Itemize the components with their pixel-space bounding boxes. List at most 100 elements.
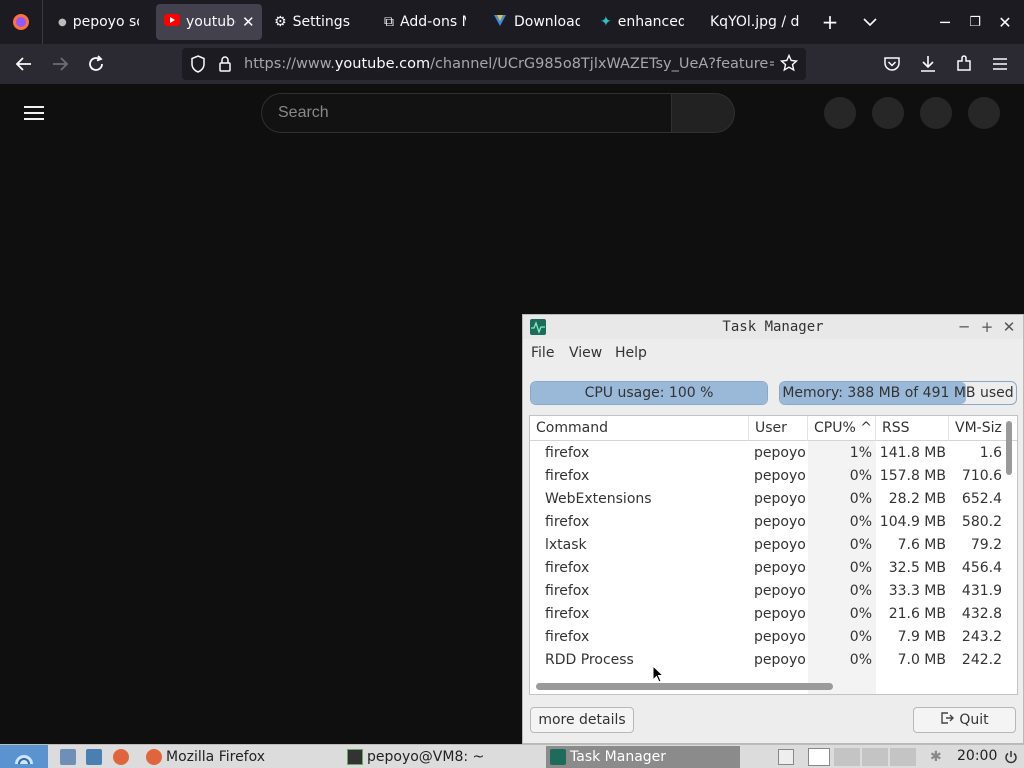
avatar[interactable]: [968, 97, 1000, 129]
cell-cpu: 0%: [849, 629, 872, 645]
cell-cpu: 0%: [849, 606, 872, 622]
notifications-icon[interactable]: [920, 97, 952, 129]
cell-vm-size: 79.2: [970, 537, 1002, 553]
pocket-icon[interactable]: [872, 44, 912, 84]
table-row[interactable]: firefox pepoyo 0% 21.6 MB 432.8: [530, 604, 1017, 627]
cell-command: firefox: [545, 445, 590, 461]
workspace-switcher[interactable]: [834, 747, 916, 767]
column-user[interactable]: User: [749, 416, 808, 441]
lock-icon[interactable]: [218, 55, 232, 77]
cpu-usage-bar: CPU usage: 100 %: [530, 381, 768, 405]
apps-icon[interactable]: [872, 97, 904, 129]
navigation-toolbar: https://www.youtube.com/channel/UCrG985o…: [0, 44, 1024, 84]
back-arrow-icon[interactable]: [4, 44, 44, 84]
file-manager-icon[interactable]: [60, 747, 80, 767]
vertical-scrollbar[interactable]: [1006, 421, 1012, 475]
close-tab-icon[interactable]: ✕: [242, 13, 255, 31]
taskbar-item-label: pepoyo@VM8: ~: [367, 749, 485, 765]
search-button[interactable]: [671, 93, 735, 133]
cell-command: firefox: [545, 560, 590, 576]
forward-arrow-icon[interactable]: [40, 44, 80, 84]
browser-tab-bar: ● pepoyo so youtube ✕ ⚙ Settings ⧉ Add-o…: [0, 0, 1024, 44]
tab-label: Add-ons M: [400, 14, 466, 30]
start-menu-button[interactable]: [0, 745, 48, 768]
table-row[interactable]: RDD Process pepoyo 0% 7.0 MB 242.2: [530, 650, 1017, 673]
table-row[interactable]: firefox pepoyo 0% 104.9 MB 580.2: [530, 512, 1017, 535]
tab-youtube[interactable]: youtube ✕: [164, 0, 256, 44]
cell-rss: 21.6 MB: [888, 606, 946, 622]
table-row[interactable]: firefox pepoyo 1% 141.8 MB 1.6: [530, 443, 1017, 466]
shield-icon[interactable]: [190, 55, 206, 77]
quit-button[interactable]: Quit: [913, 707, 1016, 733]
cell-user: pepoyo: [754, 491, 806, 507]
cell-vm-size: 243.2: [961, 629, 1002, 645]
taskbar-item-firefox[interactable]: Mozilla Firefox: [146, 747, 340, 767]
tab-label: KqYOl.jpg / d: [710, 14, 800, 30]
reload-icon[interactable]: [76, 44, 116, 84]
url-text: https://www.youtube.com/channel/UCrG985o…: [244, 56, 774, 72]
close-icon[interactable]: ✕: [1000, 317, 1018, 337]
create-icon[interactable]: [824, 97, 856, 129]
table-row[interactable]: lxtask pepoyo 0% 7.6 MB 79.2: [530, 535, 1017, 558]
mouse-cursor-icon: [652, 664, 665, 687]
bookmark-star-icon[interactable]: [779, 53, 799, 76]
cell-user: pepoyo: [754, 583, 806, 599]
downloads-icon[interactable]: [908, 44, 948, 84]
close-window-icon[interactable]: ✕: [994, 0, 1016, 44]
tab-pepoyo[interactable]: ● pepoyo so: [58, 0, 146, 44]
table-header: Command User CPU% ^ RSS VM-Siz: [530, 416, 1017, 441]
browser-launcher-icon[interactable]: [113, 747, 133, 767]
taskbar-item-label: Mozilla Firefox: [166, 749, 266, 765]
firefox-menu-icon[interactable]: [8, 0, 34, 44]
tab-downloads[interactable]: Downloads: [492, 0, 582, 44]
column-cpu[interactable]: CPU% ^: [808, 416, 876, 441]
tab-settings[interactable]: ⚙ Settings: [274, 0, 368, 44]
cpu-monitor-icon[interactable]: [808, 747, 830, 767]
hamburger-menu-icon[interactable]: [980, 44, 1020, 84]
table-row[interactable]: firefox pepoyo 0% 7.9 MB 243.2: [530, 627, 1017, 650]
url-bar[interactable]: https://www.youtube.com/channel/UCrG985o…: [182, 48, 806, 80]
window-list-icon[interactable]: [778, 747, 798, 767]
cell-command: firefox: [545, 629, 590, 645]
desktop-icon[interactable]: [86, 747, 106, 767]
bluetooth-icon[interactable]: ✱: [930, 747, 942, 767]
restore-icon[interactable]: ❐: [964, 0, 986, 44]
tab-enhanced[interactable]: ✦ enhanced: [600, 0, 692, 44]
cell-cpu: 1%: [849, 445, 872, 461]
taskbar-item-label: Task Manager: [570, 749, 667, 765]
cell-vm-size: 432.8: [961, 606, 1002, 622]
menu-view[interactable]: View: [569, 345, 602, 361]
table-row[interactable]: WebExtensions pepoyo 0% 28.2 MB 652.4: [530, 489, 1017, 512]
search-input[interactable]: Search: [261, 93, 671, 133]
window-title: Task Manager: [722, 319, 824, 335]
horizontal-scrollbar[interactable]: [536, 683, 833, 690]
cell-vm-size: 580.2: [961, 514, 1002, 530]
column-command[interactable]: Command: [530, 416, 749, 441]
minimize-icon[interactable]: ─: [934, 0, 956, 44]
extensions-icon[interactable]: [944, 44, 984, 84]
more-details-button[interactable]: more details: [530, 707, 634, 733]
maximize-icon[interactable]: +: [978, 317, 996, 337]
taskbar-item-task-manager[interactable]: Task Manager: [546, 746, 740, 768]
table-row[interactable]: firefox pepoyo 0% 157.8 MB 710.6: [530, 466, 1017, 489]
tab-dot-icon: ●: [58, 16, 67, 28]
menu-file[interactable]: File: [531, 345, 554, 361]
menu-help[interactable]: Help: [615, 345, 647, 361]
guide-menu-icon[interactable]: [24, 102, 48, 122]
terminal-icon: [347, 749, 363, 765]
new-tab-button[interactable]: +: [816, 0, 844, 44]
table-row[interactable]: firefox pepoyo 0% 33.3 MB 431.9: [530, 581, 1017, 604]
taskbar-item-terminal[interactable]: pepoyo@VM8: ~: [347, 747, 541, 767]
cell-user: pepoyo: [754, 629, 806, 645]
minimize-icon[interactable]: ─: [955, 317, 973, 337]
tab-addons[interactable]: ⧉ Add-ons M: [384, 0, 474, 44]
cell-cpu: 0%: [849, 652, 872, 668]
tab-image[interactable]: KqYOl.jpg / d: [710, 0, 802, 44]
column-rss[interactable]: RSS: [876, 416, 949, 441]
tab-list-button[interactable]: [858, 0, 882, 44]
puzzle-icon: ⧉: [384, 14, 394, 30]
clock: 20:00: [957, 748, 998, 764]
table-row[interactable]: firefox pepoyo 0% 32.5 MB 456.4: [530, 558, 1017, 581]
title-bar[interactable]: Task Manager ─ + ✕: [523, 315, 1023, 339]
power-icon[interactable]: [1004, 747, 1018, 767]
